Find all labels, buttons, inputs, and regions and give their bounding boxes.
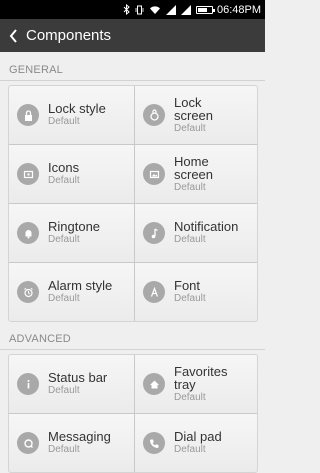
lock-screen-icon <box>143 104 165 126</box>
phone-icon <box>143 432 165 454</box>
wifi-icon <box>149 5 161 15</box>
alarm-clock-icon <box>17 281 39 303</box>
home-screen-icon <box>143 163 165 185</box>
component-label: Lock style <box>48 101 106 117</box>
battery-icon <box>195 5 215 14</box>
component-value: Default <box>174 181 206 193</box>
component-value: Default <box>48 116 80 128</box>
component-home-screen[interactable]: Home screen Default <box>135 145 257 203</box>
component-value: Default <box>174 234 206 246</box>
page-title: Components <box>26 27 112 44</box>
action-bar: Components <box>0 19 265 52</box>
component-value: Default <box>48 293 80 305</box>
component-lock-screen[interactable]: Lock screen Default <box>135 86 257 144</box>
component-label: Home screen <box>174 153 214 183</box>
component-value: Default <box>48 444 80 456</box>
component-label: Lock screen <box>174 94 214 124</box>
component-label: Alarm style <box>48 278 113 294</box>
bluetooth-icon <box>123 4 130 15</box>
signal-icon <box>165 4 176 15</box>
component-dial-pad[interactable]: Dial pad Default <box>135 414 257 472</box>
status-bar: 06:48PM <box>0 0 265 19</box>
component-font[interactable]: Font Default <box>135 263 257 321</box>
message-icon <box>17 432 39 454</box>
component-value: Default <box>174 293 206 305</box>
icons-icon <box>17 163 39 185</box>
home-icon <box>143 373 165 395</box>
bell-icon <box>17 222 39 244</box>
advanced-grid: Status bar Default Favorites tray Defaul… <box>8 354 258 473</box>
component-label: Ringtone <box>48 219 101 235</box>
component-value: Default <box>174 122 206 134</box>
section-header-advanced: ADVANCED <box>9 333 71 345</box>
component-icons[interactable]: Icons Default <box>9 145 134 203</box>
vibrate-icon <box>135 5 144 15</box>
component-value: Default <box>48 385 80 397</box>
component-label: Font <box>174 278 201 294</box>
component-messaging[interactable]: Messaging Default <box>9 414 134 472</box>
section-divider <box>0 349 265 350</box>
lock-icon <box>17 104 39 126</box>
component-label: Notification <box>174 219 239 235</box>
component-status-bar[interactable]: Status bar Default <box>9 355 134 413</box>
general-grid: Lock style Default Lock screen Default I… <box>8 85 258 322</box>
font-icon <box>143 281 165 303</box>
component-label: Favorites tray <box>174 363 228 393</box>
music-note-icon <box>143 222 165 244</box>
component-value: Default <box>48 234 80 246</box>
component-label: Messaging <box>48 429 111 445</box>
component-label: Dial pad <box>174 429 222 445</box>
chevron-left-icon <box>9 28 17 43</box>
signal-icon <box>180 4 191 15</box>
clock: 06:48PM <box>216 3 261 16</box>
component-ringtone[interactable]: Ringtone Default <box>9 204 134 262</box>
component-alarm-style[interactable]: Alarm style Default <box>9 263 134 321</box>
component-favorites-tray[interactable]: Favorites tray Default <box>135 355 257 413</box>
component-label: Status bar <box>48 370 108 386</box>
section-header-general: GENERAL <box>9 64 63 76</box>
component-notification[interactable]: Notification Default <box>135 204 257 262</box>
section-divider <box>0 80 265 81</box>
component-value: Default <box>174 391 206 403</box>
component-lock-style[interactable]: Lock style Default <box>9 86 134 144</box>
component-label: Icons <box>48 160 80 176</box>
back-button[interactable] <box>0 19 26 52</box>
component-value: Default <box>48 175 80 187</box>
component-value: Default <box>174 444 206 456</box>
info-icon <box>17 373 39 395</box>
